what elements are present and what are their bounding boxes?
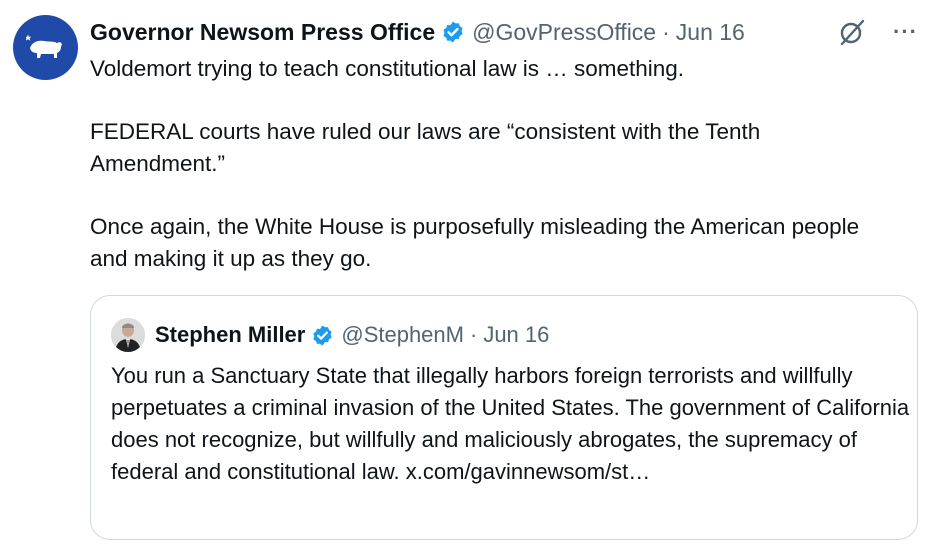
quote-body: You run a Sanctuary State that illegally… [111,363,910,484]
tweet-paragraph: Once again, the White House is purposefu… [90,214,860,271]
author-handle[interactable]: @GovPressOffice [472,19,656,46]
verified-badge-icon [313,324,332,346]
verified-badge-icon [443,21,463,43]
tweet-header: Governor Newsom Press Office @GovPressOf… [90,14,745,50]
tweet-actions-top: ··· [837,17,918,47]
dot-separator: · [662,18,670,45]
author-avatar[interactable] [13,15,78,80]
california-bear-icon [25,33,62,58]
quote-author-avatar[interactable] [111,318,145,352]
quote-author-name[interactable]: Stephen Miller [155,322,305,348]
quote-date[interactable]: Jun 16 [483,322,549,348]
tweet-paragraph: Voldemort trying to teach constitutional… [90,56,685,81]
author-name[interactable]: Governor Newsom Press Office [90,19,435,46]
tweet-body: Voldemort trying to teach constitutional… [90,53,910,275]
person-avatar-icon [111,318,145,352]
quoted-tweet[interactable]: Stephen Miller @StephenM · Jun 16 You ru… [90,295,918,540]
dot-separator: · [469,322,478,347]
tweet-date[interactable]: Jun 16 [676,19,745,46]
quote-author-handle[interactable]: @StephenM [341,322,464,348]
tweet-paragraph: FEDERAL courts have ruled our laws are “… [90,119,761,176]
quote-header: Stephen Miller @StephenM · Jun 16 [111,318,549,352]
more-icon[interactable]: ··· [893,21,918,43]
grok-icon[interactable] [837,17,867,47]
